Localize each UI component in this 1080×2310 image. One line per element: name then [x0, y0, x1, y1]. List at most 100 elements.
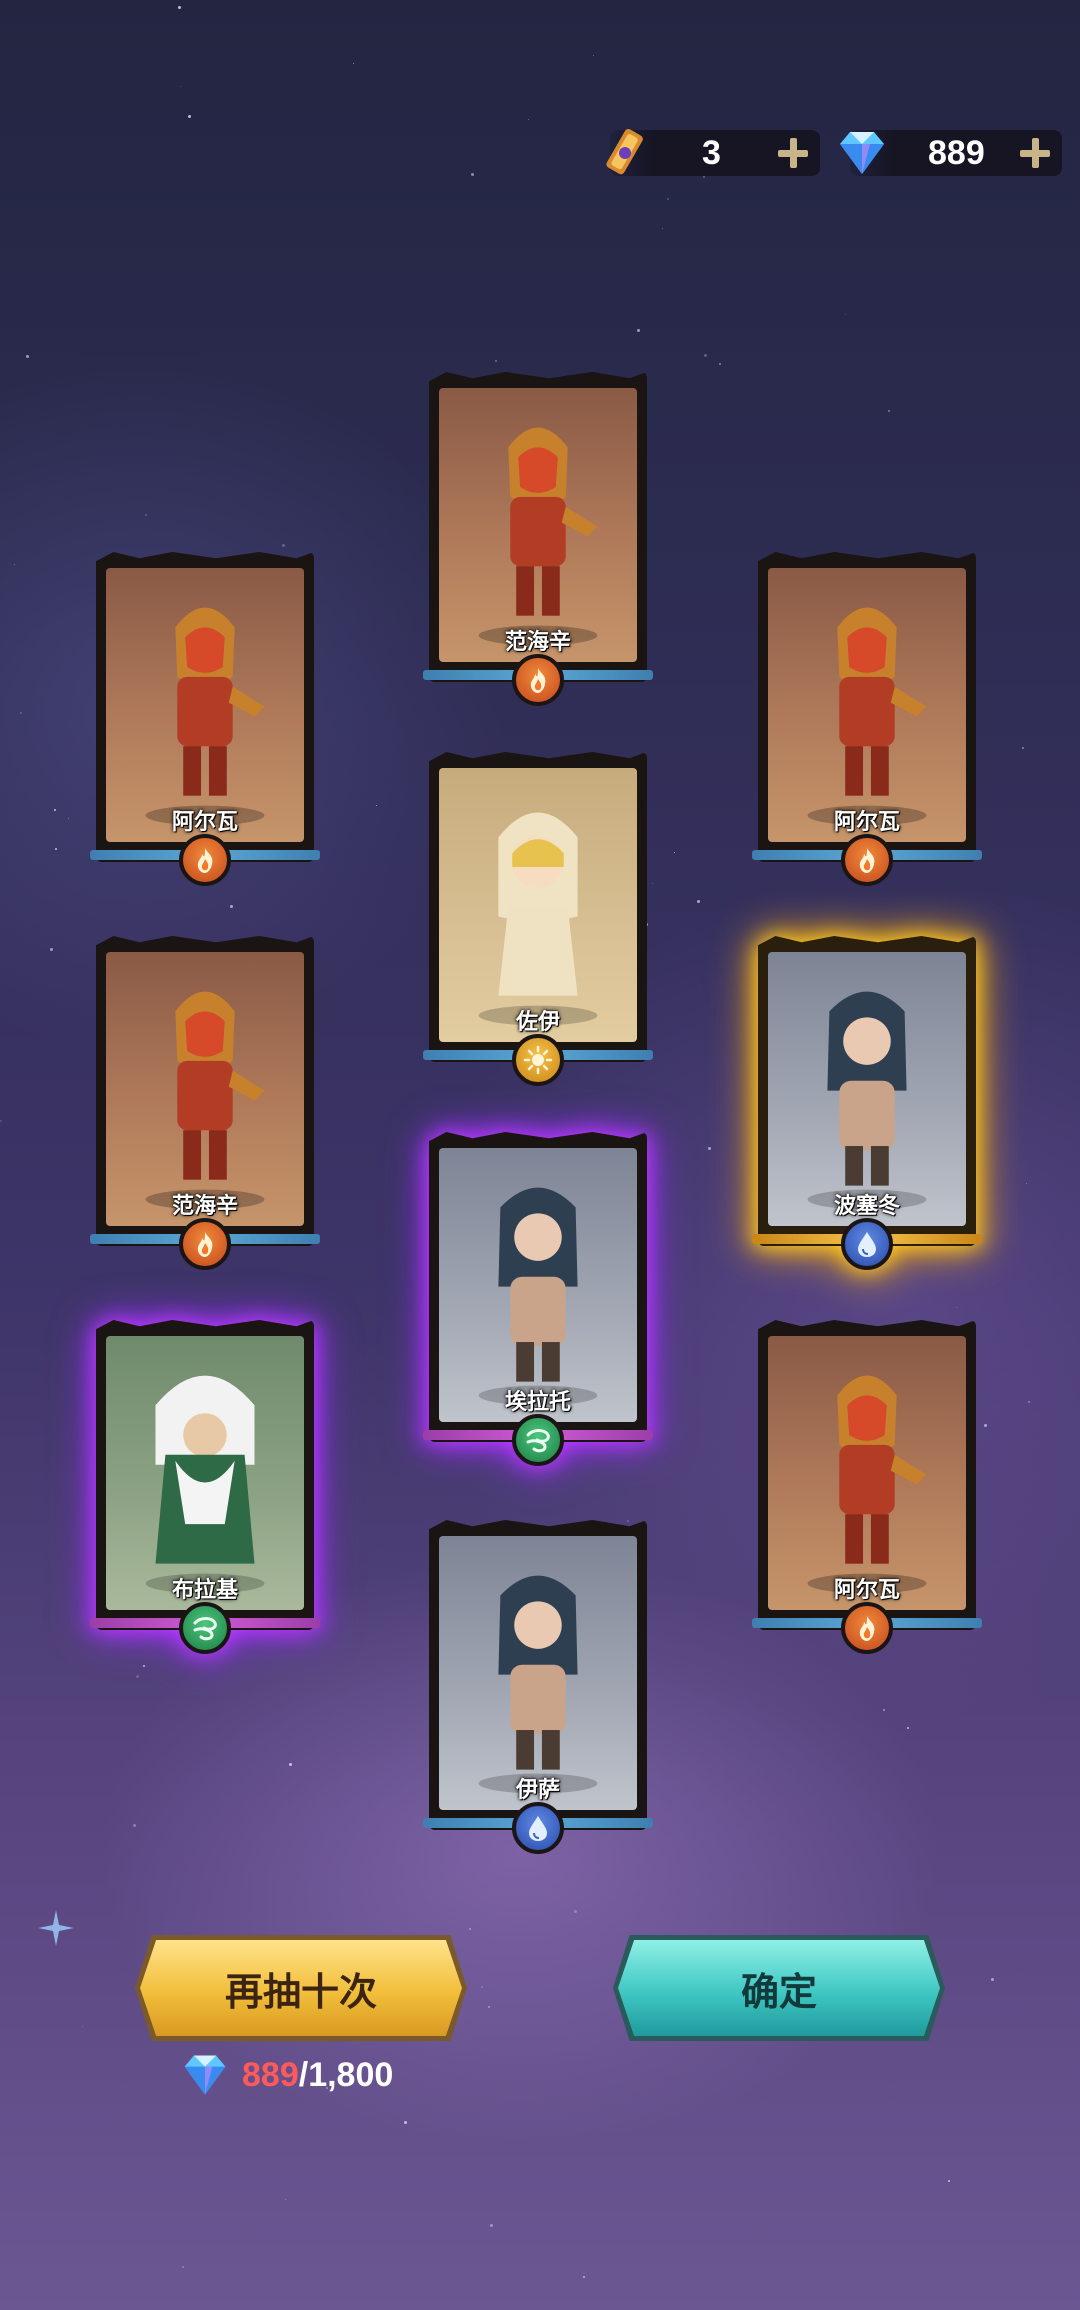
star [704, 354, 707, 357]
hero-name: 佐伊 [515, 1010, 560, 1035]
star [471, 173, 474, 176]
star [888, 410, 890, 412]
hero-portrait [106, 568, 304, 842]
star [180, 86, 181, 87]
hero-figure [478, 1187, 598, 1406]
hero-figure [478, 427, 598, 646]
star [282, 544, 285, 547]
fire-element-icon [841, 834, 893, 886]
star [490, 2224, 493, 2227]
hero-figure [145, 1375, 265, 1594]
star [528, 119, 529, 120]
cost-separator: / [298, 2055, 309, 2094]
star [55, 848, 57, 850]
hero-figure [478, 1575, 598, 1794]
hero-figure [145, 991, 265, 1210]
hero-portrait [439, 1148, 637, 1422]
star [845, 314, 846, 315]
star [488, 2006, 490, 2008]
star [495, 360, 497, 362]
star [956, 1307, 957, 1308]
water-element-icon [841, 1218, 893, 1270]
star [182, 2266, 184, 2268]
star [574, 1910, 577, 1913]
hero-portrait [439, 388, 637, 662]
star [1028, 1401, 1030, 1403]
hero-portrait [768, 1336, 966, 1610]
hero-card-10[interactable]: 伊萨 [423, 1520, 653, 1854]
hero-portrait [768, 952, 966, 1226]
star [230, 905, 233, 908]
hero-portrait [439, 768, 637, 1042]
hero-figure [807, 1375, 927, 1594]
required-diamonds: 1,800 [308, 2055, 394, 2094]
hero-name: 伊萨 [515, 1778, 560, 1803]
hero-name: 波塞冬 [833, 1194, 900, 1219]
wind-element-icon [512, 1414, 564, 1466]
hero-card-6[interactable]: 波塞冬 [752, 936, 982, 1270]
star [469, 1928, 471, 1930]
star [289, 1763, 292, 1766]
star [0, 1120, 2, 1122]
star [697, 900, 700, 903]
diamond-icon [840, 132, 884, 174]
hero-name: 范海辛 [171, 1194, 238, 1219]
star [404, 2121, 407, 2124]
star [481, 1986, 483, 1988]
star [20, 712, 22, 714]
hero-card-1[interactable]: 范海辛 [423, 372, 653, 706]
hero-card-2[interactable]: 阿尔瓦 [90, 552, 320, 886]
star [26, 355, 29, 358]
fire-element-icon [512, 654, 564, 706]
star [583, 2276, 585, 2278]
star [68, 818, 69, 819]
hero-figure [807, 607, 927, 826]
hero-card-7[interactable]: 埃拉托 [423, 1132, 653, 1466]
hero-name: 阿尔瓦 [171, 810, 238, 835]
hero-card-3[interactable]: 阿尔瓦 [752, 552, 982, 886]
redraw-ten-label: 再抽十次 [224, 1969, 377, 2014]
star [667, 198, 669, 200]
add-diamonds-button[interactable] [1018, 136, 1052, 170]
star [133, 1824, 136, 1827]
star [145, 514, 147, 516]
hero-card-8[interactable]: 布拉基 [90, 1320, 320, 1654]
star [991, 1978, 994, 1981]
redraw-ten-button[interactable]: 再抽十次 [140, 1940, 462, 2036]
hero-figure [807, 991, 927, 1210]
light-element-icon [512, 1034, 564, 1086]
star [188, 115, 191, 118]
water-element-icon [512, 1802, 564, 1854]
diamond-count: 889 [928, 133, 985, 172]
ticket-count: 3 [702, 133, 721, 172]
star [54, 809, 56, 811]
star [883, 1709, 885, 1711]
hero-card-4[interactable]: 佐伊 [423, 752, 653, 1086]
hero-portrait [106, 952, 304, 1226]
hero-portrait [768, 568, 966, 842]
hero-name: 阿尔瓦 [833, 1578, 900, 1603]
wind-element-icon [179, 1602, 231, 1654]
ticket-counter: 3 [606, 129, 820, 176]
star [82, 2026, 83, 2027]
sparkle-icon [38, 1910, 74, 1946]
star [662, 228, 663, 229]
star [285, 2199, 286, 2200]
hero-card-5[interactable]: 范海辛 [90, 936, 320, 1270]
star [143, 1665, 145, 1667]
confirm-button[interactable]: 确定 [618, 1940, 940, 2036]
add-tickets-button[interactable] [776, 136, 810, 170]
hero-card-9[interactable]: 阿尔瓦 [752, 1320, 982, 1654]
hero-figure [145, 607, 265, 826]
star [907, 1727, 909, 1729]
star [136, 1675, 139, 1678]
star [948, 2180, 950, 2182]
hero-name: 阿尔瓦 [833, 810, 900, 835]
fire-element-icon [179, 834, 231, 886]
star [178, 6, 181, 9]
star [353, 63, 354, 64]
redraw-cost: 889/1,800 [178, 2050, 393, 2100]
star [50, 948, 53, 951]
hero-portrait [439, 1536, 637, 1810]
hero-portrait [106, 1336, 304, 1610]
